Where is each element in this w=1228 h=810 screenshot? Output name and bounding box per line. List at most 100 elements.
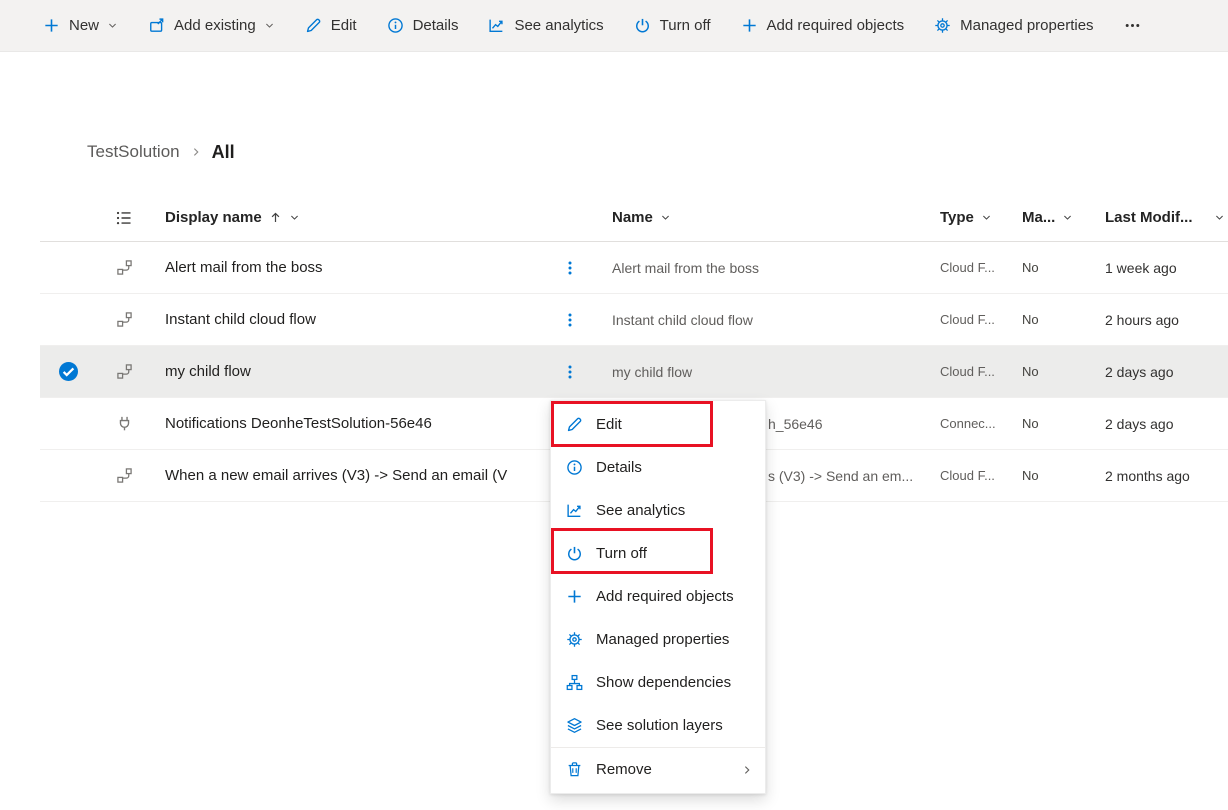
- column-label: Last Modif...: [1105, 209, 1193, 226]
- power-icon: [566, 545, 583, 562]
- dependencies-icon: [566, 674, 583, 691]
- column-label: Display name: [165, 209, 262, 226]
- menu-item-label: Managed properties: [596, 631, 729, 648]
- menu-item-label: Edit: [596, 416, 622, 433]
- row-display-name[interactable]: Instant child cloud flow: [165, 294, 316, 345]
- menu-item-see-analytics[interactable]: See analytics: [551, 489, 765, 532]
- row-last-modified: 2 hours ago: [1105, 294, 1179, 345]
- flow-icon: [116, 259, 133, 276]
- more-options-icon[interactable]: [562, 364, 578, 380]
- chevron-down-icon: [107, 20, 118, 31]
- layers-icon: [566, 717, 583, 734]
- command-label: Details: [413, 17, 459, 34]
- row-display-name[interactable]: When a new email arrives (V3) -> Send an…: [165, 450, 507, 501]
- menu-item-label: See solution layers: [596, 717, 723, 734]
- managed-properties-button[interactable]: Managed properties: [919, 0, 1108, 52]
- breadcrumb-solution[interactable]: TestSolution: [87, 142, 180, 162]
- row-display-name[interactable]: Notifications DeonheTestSolution-56e46: [165, 398, 432, 449]
- chevron-right-icon: [190, 146, 202, 158]
- menu-item-show-dependencies[interactable]: Show dependencies: [551, 661, 765, 704]
- more-commands-button[interactable]: [1109, 0, 1165, 52]
- column-header-type[interactable]: Type: [940, 194, 992, 241]
- add-existing-button[interactable]: Add existing: [133, 0, 290, 52]
- menu-item-label: See analytics: [596, 502, 685, 519]
- row-type: Cloud F...: [940, 450, 995, 501]
- info-icon: [566, 459, 583, 476]
- plus-icon: [741, 17, 758, 34]
- menu-item-managed-properties[interactable]: Managed properties: [551, 618, 765, 661]
- menu-item-remove[interactable]: Remove: [551, 748, 765, 791]
- analytics-icon: [566, 502, 583, 519]
- flow-icon: [116, 363, 133, 380]
- chevron-down-icon: [1214, 212, 1225, 223]
- row-context-menu: Edit Details See analytics Turn off Add …: [550, 400, 766, 794]
- menu-item-label: Details: [596, 459, 642, 476]
- check-icon: [59, 362, 78, 381]
- more-options-icon[interactable]: [562, 312, 578, 328]
- column-header-name[interactable]: Name: [612, 194, 671, 241]
- menu-item-turn-off[interactable]: Turn off: [551, 532, 765, 575]
- table-row[interactable]: Instant child cloud flow Instant child c…: [40, 294, 1228, 346]
- add-existing-icon: [148, 17, 165, 34]
- analytics-icon: [488, 17, 505, 34]
- command-label: Add required objects: [767, 17, 905, 34]
- chevron-down-icon: [660, 212, 671, 223]
- see-analytics-button[interactable]: See analytics: [473, 0, 618, 52]
- command-label: Edit: [331, 17, 357, 34]
- row-type: Cloud F...: [940, 242, 995, 293]
- command-label: New: [69, 17, 99, 34]
- table-row-selected[interactable]: my child flow my child flow Cloud F... N…: [40, 346, 1228, 398]
- menu-item-label: Show dependencies: [596, 674, 731, 691]
- sort-ascending-icon: [269, 211, 282, 224]
- add-required-objects-button[interactable]: Add required objects: [726, 0, 920, 52]
- row-display-name[interactable]: my child flow: [165, 346, 251, 397]
- details-button[interactable]: Details: [372, 0, 474, 52]
- connection-icon: [116, 415, 133, 432]
- gear-icon: [934, 17, 951, 34]
- command-label: Managed properties: [960, 17, 1093, 34]
- breadcrumb-current: All: [212, 142, 235, 163]
- row-type: Cloud F...: [940, 346, 995, 397]
- menu-item-details[interactable]: Details: [551, 446, 765, 489]
- row-managed: No: [1022, 242, 1039, 293]
- table-row[interactable]: Alert mail from the boss Alert mail from…: [40, 242, 1228, 294]
- info-icon: [387, 17, 404, 34]
- column-header-display-name[interactable]: Display name: [165, 194, 300, 241]
- menu-item-see-solution-layers[interactable]: See solution layers: [551, 704, 765, 747]
- chevron-down-icon: [264, 20, 275, 31]
- row-header-list-icon[interactable]: [115, 209, 133, 227]
- menu-item-edit[interactable]: Edit: [551, 403, 765, 446]
- row-managed: No: [1022, 294, 1039, 345]
- table-header: Display name Name Type Ma... Last Modif.…: [40, 194, 1228, 242]
- more-options-icon[interactable]: [562, 260, 578, 276]
- row-last-modified: 2 days ago: [1105, 346, 1174, 397]
- row-managed: No: [1022, 450, 1039, 501]
- row-managed: No: [1022, 398, 1039, 449]
- pencil-icon: [566, 416, 583, 433]
- new-button[interactable]: New: [28, 0, 133, 52]
- command-label: See analytics: [514, 17, 603, 34]
- row-name: Instant child cloud flow: [612, 294, 753, 345]
- pencil-icon: [305, 17, 322, 34]
- command-label: Add existing: [174, 17, 256, 34]
- menu-item-label: Remove: [596, 761, 652, 778]
- turn-off-button[interactable]: Turn off: [619, 0, 726, 52]
- row-display-name[interactable]: Alert mail from the boss: [165, 242, 323, 293]
- menu-item-add-required-objects[interactable]: Add required objects: [551, 575, 765, 618]
- row-name: my child flow: [612, 346, 692, 397]
- column-header-last-modified[interactable]: Last Modif...: [1105, 194, 1225, 241]
- row-name: Alert mail from the boss: [612, 242, 759, 293]
- menu-item-label: Turn off: [596, 545, 647, 562]
- edit-button[interactable]: Edit: [290, 0, 372, 52]
- column-label: Ma...: [1022, 209, 1055, 226]
- chevron-down-icon: [1062, 212, 1073, 223]
- plus-icon: [43, 17, 60, 34]
- chevron-down-icon: [289, 212, 300, 223]
- flow-icon: [116, 467, 133, 484]
- column-header-managed[interactable]: Ma...: [1022, 194, 1073, 241]
- column-label: Type: [940, 209, 974, 226]
- selected-check-icon[interactable]: [59, 362, 78, 381]
- chevron-down-icon: [981, 212, 992, 223]
- row-type: Connec...: [940, 398, 996, 449]
- command-bar: New Add existing Edit Details See analyt…: [0, 0, 1228, 52]
